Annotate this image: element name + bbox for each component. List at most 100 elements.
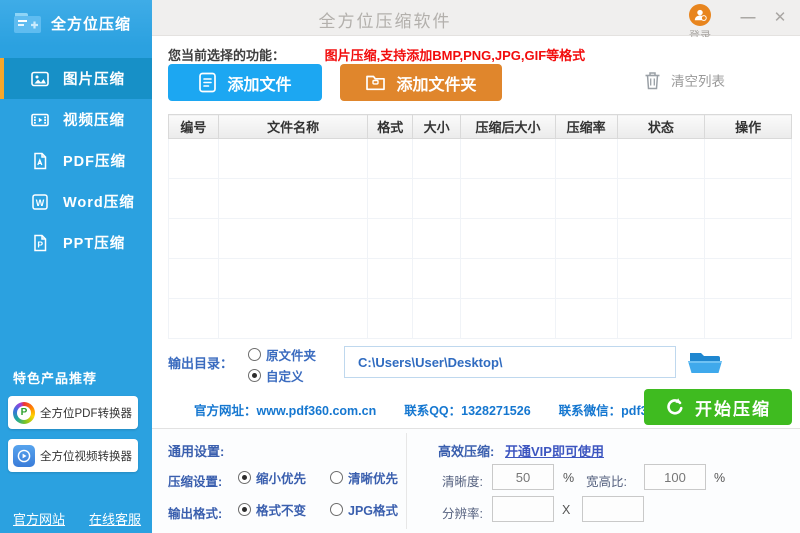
radio-circle[interactable] (330, 471, 343, 484)
sidebar-item-word-compress[interactable]: W Word压缩 (0, 181, 152, 222)
radio-clarity-priority[interactable]: 清晰优先 (330, 468, 398, 487)
settings-divider (406, 433, 407, 529)
svg-text:W: W (36, 197, 45, 207)
radio-custom-folder[interactable]: 自定义 (248, 366, 304, 385)
radio-custom-label: 自定义 (266, 370, 304, 384)
table-row (168, 178, 792, 219)
sidebar-item-pdf-compress[interactable]: PDF压缩 (0, 140, 152, 181)
titlebar: 全方位压缩软件 登录 — ✕ (152, 0, 800, 42)
radio-original-label: 原文件夹 (266, 349, 317, 363)
function-prefix: 您当前选择的功能： (168, 48, 286, 63)
radio-circle-checked[interactable] (248, 369, 261, 382)
output-path-input[interactable] (344, 346, 676, 378)
col-header-status: 状态 (616, 114, 706, 139)
start-compress-label: 开始压缩 (695, 399, 771, 419)
compress-setting-label: 压缩设置: (168, 475, 223, 489)
table-row (168, 218, 792, 259)
ratio-unit: % (714, 471, 726, 485)
table-row (168, 298, 792, 339)
app-name: 全方位压缩 (51, 15, 132, 33)
ppt-icon: P (30, 233, 50, 253)
word-icon: W (30, 192, 50, 212)
sidebar-item-image-compress[interactable]: 图片压缩 (0, 58, 152, 99)
output-dir-label: 输出目录： (168, 356, 234, 371)
settings-panel: 通用设置: 压缩设置: 缩小优先 清晰优先 输出格式: 格式不变 JPG格式 高… (152, 428, 800, 533)
file-list-table: 编号 文件名称 格式 大小 压缩后大小 压缩率 状态 操作 (168, 114, 792, 339)
promo-video-converter-button[interactable]: 全方位视频转换器 (8, 439, 138, 472)
svg-text:P: P (37, 239, 43, 249)
sidebar-menu: 图片压缩 视频压缩 PDF压缩 W Word压缩 P PPT压缩 (0, 58, 152, 263)
sidebar-item-ppt-compress[interactable]: P PPT压缩 (0, 222, 152, 263)
function-description: 图片压缩,支持添加BMP,PNG,JPG,GIF等格式 (324, 48, 586, 63)
table-row (168, 138, 792, 179)
radio-keep-format[interactable]: 格式不变 (238, 500, 306, 519)
output-format-label: 输出格式: (168, 507, 223, 521)
table-row (168, 258, 792, 299)
refresh-icon (665, 397, 685, 417)
user-icon (689, 4, 711, 26)
minimize-button[interactable]: — (736, 6, 760, 28)
sidebar-item-label: Word压缩 (63, 195, 135, 211)
radio-jpg-format[interactable]: JPG格式 (330, 500, 398, 519)
table-header-row: 编号 文件名称 格式 大小 压缩后大小 压缩率 状态 操作 (168, 114, 792, 139)
radio-shrink-priority[interactable]: 缩小优先 (238, 468, 306, 487)
col-header-operation: 操作 (704, 114, 792, 139)
col-header-ratio: 压缩率 (554, 114, 618, 139)
official-url: 官方网址：www.pdf360.com.cn (194, 404, 377, 418)
window-title: 全方位压缩软件 (318, 12, 452, 31)
resolution-height-input[interactable] (582, 496, 644, 522)
resolution-width-input[interactable] (492, 496, 554, 522)
col-header-format: 格式 (367, 114, 414, 139)
col-header-size: 大小 (412, 114, 462, 139)
clarity-label: 清晰度: (442, 475, 483, 489)
resolution-separator: X (562, 503, 571, 517)
jpg-format-label: JPG格式 (348, 504, 399, 518)
radio-circle[interactable] (330, 503, 343, 516)
aspect-ratio-input[interactable] (644, 464, 706, 490)
vip-link[interactable]: 开通VIP即可使用 (505, 441, 604, 460)
col-header-compressed-size: 压缩后大小 (460, 114, 556, 139)
promo-section-title: 特色产品推荐 (13, 371, 98, 386)
aspect-ratio-label: 宽高比: (586, 475, 627, 489)
add-file-button[interactable]: 添加文件 (168, 64, 322, 101)
app-logo: 全方位压缩 (0, 0, 152, 46)
official-website-link[interactable]: 官方网站 (13, 509, 65, 528)
add-file-label: 添加文件 (227, 76, 292, 94)
col-header-filename: 文件名称 (217, 114, 369, 139)
keep-format-label: 格式不变 (256, 504, 307, 518)
general-settings-title: 通用设置: (168, 444, 225, 459)
efficient-compress-title: 高效压缩: (438, 444, 495, 459)
clarity-input[interactable] (492, 464, 554, 490)
sidebar-item-label: 视频压缩 (63, 113, 125, 129)
browse-folder-button[interactable] (686, 348, 724, 376)
folder-logo-icon (14, 13, 41, 33)
blue-folder-icon (688, 353, 722, 373)
contact-info: 官方网址：www.pdf360.com.cn 联系QQ：1328271526 联… (194, 400, 661, 419)
folder-icon (365, 73, 386, 92)
clear-list-label: 清空列表 (671, 74, 725, 89)
function-bar: 您当前选择的功能： 图片压缩,支持添加BMP,PNG,JPG,GIF等格式 (168, 45, 585, 64)
sidebar-item-label: PDF压缩 (63, 154, 126, 170)
close-button[interactable]: ✕ (768, 6, 792, 28)
radio-circle[interactable] (248, 348, 261, 361)
pdf-icon (30, 151, 50, 171)
radio-circle-checked[interactable] (238, 503, 251, 516)
clarity-unit: % (563, 471, 575, 485)
video-converter-icon (13, 444, 35, 467)
online-support-link[interactable]: 在线客服 (89, 509, 141, 528)
clear-list-button[interactable]: 清空列表 (644, 70, 725, 90)
radio-circle-checked[interactable] (238, 471, 251, 484)
contact-qq: 联系QQ：1328271526 (404, 404, 531, 418)
shrink-priority-label: 缩小优先 (256, 472, 307, 486)
start-compress-button[interactable]: 开始压缩 (644, 389, 792, 425)
add-folder-button[interactable]: 添加文件夹 (340, 64, 502, 101)
image-icon (30, 69, 50, 89)
promo-pdf-converter-button[interactable]: P 全方位PDF转换器 (8, 396, 138, 429)
document-icon (198, 72, 217, 93)
sidebar-item-video-compress[interactable]: 视频压缩 (0, 99, 152, 140)
trash-icon (645, 71, 660, 89)
radio-original-folder[interactable]: 原文件夹 (248, 345, 316, 364)
sidebar: 全方位压缩 图片压缩 视频压缩 PDF压缩 W Word压缩 P PPT压缩 特… (0, 0, 152, 533)
sidebar-item-label: 图片压缩 (63, 72, 125, 88)
resolution-label: 分辨率: (442, 507, 483, 521)
